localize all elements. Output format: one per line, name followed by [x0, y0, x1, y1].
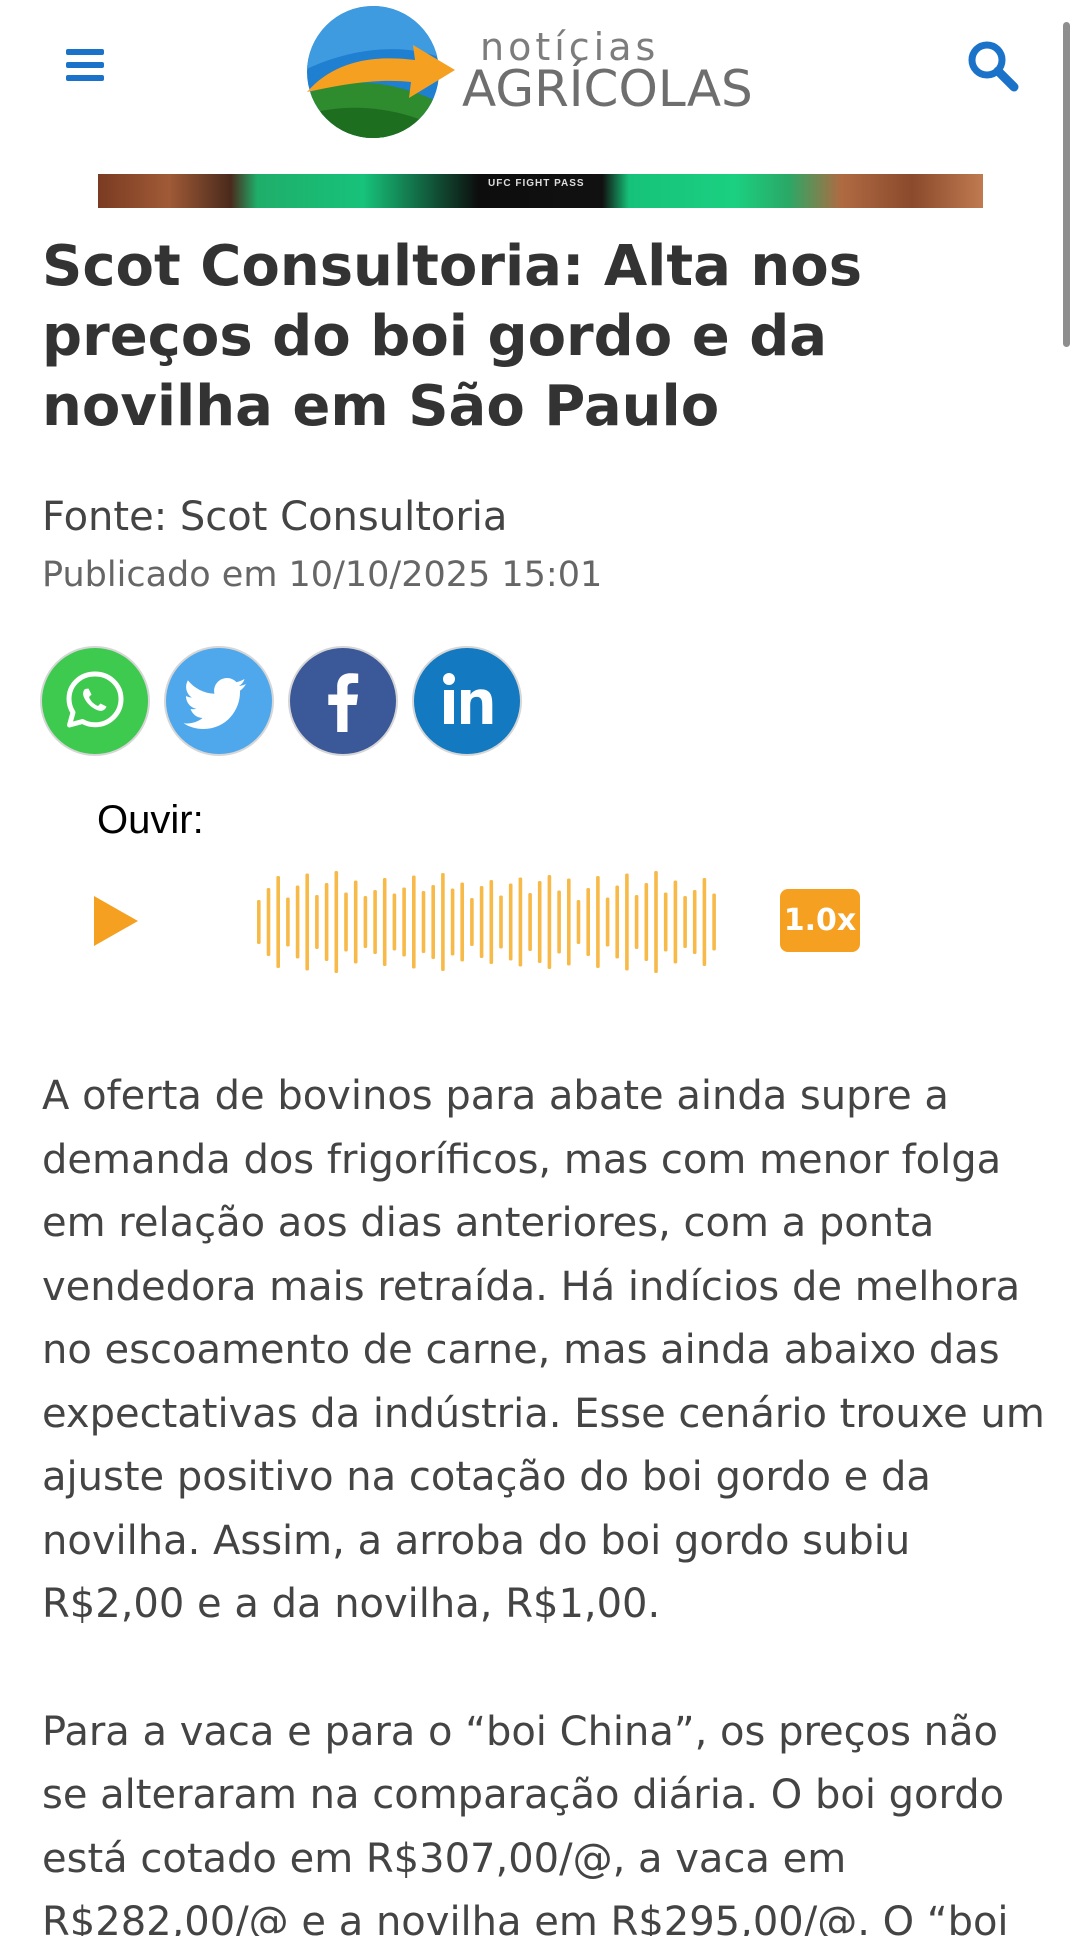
linkedin-icon	[443, 673, 493, 724]
waveform-bar	[450, 888, 455, 956]
article-paragraph: A oferta de bovinos para abate ainda sup…	[42, 1073, 1045, 1627]
waveform-bar	[382, 878, 387, 966]
waveform-bar	[286, 897, 290, 947]
playback-speed-button[interactable]: 1.0x	[780, 889, 860, 952]
waveform-bar	[692, 890, 697, 954]
logo-globe-icon	[307, 6, 455, 138]
waveform-bar	[266, 888, 271, 956]
waveform-bar	[663, 892, 668, 952]
waveform-bar	[654, 871, 658, 973]
waveform-bar	[702, 878, 707, 966]
waveform-bar	[334, 871, 339, 973]
waveform-bar	[596, 876, 600, 968]
whatsapp-icon	[66, 671, 124, 728]
waveform-bar	[344, 892, 348, 952]
site-header: notícias AGRÍCOLAS	[0, 0, 1080, 170]
article-source: Fonte: Scot Consultoria	[42, 494, 508, 540]
play-icon[interactable]	[90, 892, 142, 950]
waveform-bar	[402, 887, 406, 957]
listen-label: Ouvir:	[97, 798, 204, 842]
waveform-bar	[615, 885, 619, 959]
waveform-bar	[363, 896, 368, 948]
facebook-icon	[328, 673, 359, 732]
twitter-icon	[183, 678, 246, 729]
waveform-bar	[586, 888, 590, 956]
hamburger-menu-icon[interactable]	[62, 45, 110, 85]
waveform-bar	[421, 891, 426, 953]
waveform-bar	[305, 873, 309, 971]
waveform-bar	[392, 893, 397, 951]
article-body: A oferta de bovinos para abate ainda sup…	[42, 1065, 1052, 1936]
waveform-bar	[431, 885, 435, 959]
waveform-bar	[353, 880, 358, 964]
waveform-bar	[683, 896, 687, 948]
waveform-bar	[324, 883, 329, 961]
waveform-bar	[460, 882, 464, 962]
article-paragraph: Para a vaca e para o “boi China”, os pre…	[42, 1708, 1009, 1936]
ad-banner[interactable]: UFC FIGHT PASS	[98, 174, 983, 208]
waveform-bar	[508, 883, 513, 961]
linkedin-share-button[interactable]	[414, 648, 520, 754]
waveform-bar	[644, 883, 649, 961]
waveform-bar	[634, 895, 639, 949]
logo-text-bottom: AGRÍCOLAS	[462, 60, 753, 118]
waveform-bar	[295, 885, 300, 959]
twitter-share-button[interactable]	[166, 648, 272, 754]
waveform-bar	[528, 893, 532, 951]
waveform-bar	[567, 878, 571, 966]
waveform-bar	[276, 876, 280, 968]
article-published-date: Publicado em 10/10/2025 15:01	[42, 555, 603, 595]
waveform-bar	[315, 895, 319, 949]
waveform-bar	[625, 873, 629, 971]
waveform-bar	[576, 900, 581, 944]
waveform-bar	[470, 898, 474, 946]
waveform-bar	[489, 880, 494, 964]
waveform-bar	[373, 890, 377, 954]
waveform-bar	[712, 893, 716, 951]
waveform-bar	[441, 873, 445, 971]
search-icon[interactable]	[965, 38, 1021, 94]
waveform-bar	[673, 880, 678, 964]
ad-label: UFC FIGHT PASS	[488, 178, 585, 189]
waveform-bar	[479, 886, 484, 958]
waveform-bar	[499, 895, 503, 949]
audio-waveform[interactable]	[256, 870, 721, 974]
waveform-bar	[518, 877, 523, 967]
waveform-bar	[557, 890, 561, 954]
site-logo[interactable]: notícias AGRÍCOLAS	[305, 0, 765, 145]
whatsapp-share-button[interactable]	[42, 648, 148, 754]
waveform-bar	[412, 875, 416, 969]
facebook-share-button[interactable]	[290, 648, 396, 754]
waveform-bar	[605, 897, 610, 947]
waveform-bar	[257, 900, 261, 944]
article-title: Scot Consultoria: Alta nos preços do boi…	[42, 234, 863, 439]
waveform-bar	[537, 881, 542, 963]
page-scrollbar[interactable]	[1063, 22, 1070, 347]
waveform-bar	[547, 875, 552, 969]
